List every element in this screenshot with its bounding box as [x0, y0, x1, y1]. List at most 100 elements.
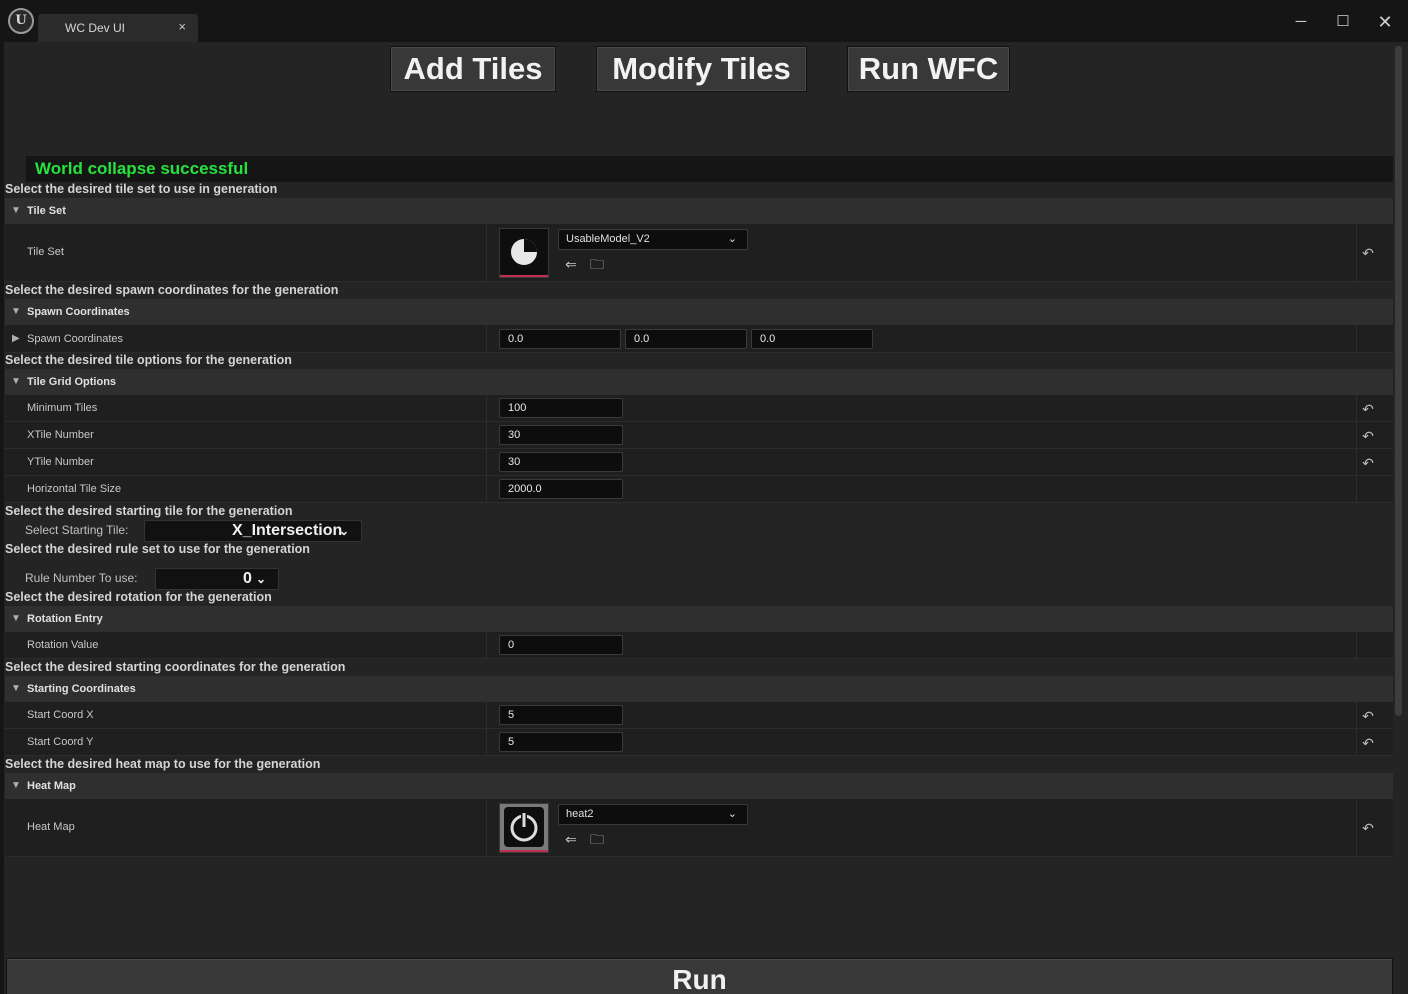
expand-arrow-icon[interactable]: ▶ [12, 333, 20, 344]
find-in-browser-icon[interactable]: 🗀 [589, 831, 605, 847]
reset-icon[interactable]: ↶ [1359, 709, 1377, 723]
minimum-tiles-row: Minimum Tiles 100 ↶ [5, 395, 1393, 422]
maximize-button[interactable]: ☐ [1328, 10, 1358, 34]
category-label: Rotation Entry [27, 613, 103, 625]
browse-to-asset-icon[interactable]: ⇐ [563, 831, 579, 847]
run-button[interactable]: Run [6, 958, 1393, 994]
rotation-value-field[interactable]: 0 [499, 635, 623, 655]
category-label: Heat Map [27, 780, 76, 792]
chevron-down-icon: ⌄ [339, 524, 350, 538]
heat-map-asset-dropdown[interactable]: heat2 ⌄ [558, 804, 748, 825]
category-label: Starting Coordinates [27, 683, 136, 695]
spawn-x-field[interactable]: 0.0 [499, 329, 621, 349]
category-label: Spawn Coordinates [27, 306, 130, 318]
category-tile-set[interactable]: ▼ Tile Set [5, 198, 1393, 224]
minimum-tiles-field[interactable]: 100 [499, 398, 623, 418]
browse-to-asset-icon[interactable]: ⇐ [563, 256, 579, 272]
reset-icon[interactable]: ↶ [1359, 402, 1377, 416]
tile-set-asset-dropdown[interactable]: UsableModel_V2 ⌄ [558, 229, 748, 250]
status-bar: World collapse successful [26, 156, 1393, 182]
reset-icon[interactable]: ↶ [1359, 429, 1377, 443]
ytile-number-field[interactable]: 30 [499, 452, 623, 472]
horizontal-tile-size-label: Horizontal Tile Size [27, 483, 122, 495]
starting-tile-value: X_Intersection [232, 522, 343, 539]
starting-tile-description: Select the desired starting tile for the… [5, 504, 293, 518]
category-spawn-coordinates[interactable]: ▼ Spawn Coordinates [5, 299, 1393, 325]
close-window-button[interactable]: ✕ [1370, 10, 1400, 34]
spawn-y-field[interactable]: 0.0 [625, 329, 747, 349]
category-tile-grid-options[interactable]: ▼ Tile Grid Options [5, 369, 1393, 395]
grid-description: Select the desired tile options for the … [5, 353, 292, 367]
reset-icon[interactable]: ↶ [1359, 736, 1377, 750]
heat-map-row: Heat Map heat2 ⌄ ⇐ 🗀 ↶ [5, 799, 1393, 857]
chevron-down-icon: ⌄ [727, 233, 737, 245]
collapse-arrow-icon: ▼ [11, 306, 21, 317]
xtile-number-label: XTile Number [27, 429, 94, 441]
collapse-arrow-icon: ▼ [11, 205, 21, 216]
rotation-value-row: Rotation Value 0 [5, 632, 1393, 659]
collapse-arrow-icon: ▼ [11, 683, 21, 694]
start-coords-description: Select the desired starting coordinates … [5, 660, 346, 674]
category-rotation-entry[interactable]: ▼ Rotation Entry [5, 606, 1393, 632]
vertical-scrollbar[interactable] [1395, 46, 1402, 716]
xtile-number-field[interactable]: 30 [499, 425, 623, 445]
xtile-number-row: XTile Number 30 ↶ [5, 422, 1393, 449]
run-button-label: Run [672, 964, 727, 994]
power-icon [504, 807, 544, 847]
start-coord-x-label: Start Coord X [27, 709, 94, 721]
horizontal-tile-size-field[interactable]: 2000.0 [499, 479, 623, 499]
title-bar: U WC Dev UI × ─ ☐ ✕ [0, 0, 1408, 42]
collapse-arrow-icon: ▼ [11, 780, 21, 791]
spawn-coordinates-row: ▶ Spawn Coordinates 0.0 0.0 0.0 [5, 325, 1393, 353]
chevron-down-icon: ⌄ [256, 572, 267, 586]
tile-set-description: Select the desired tile set to use in ge… [5, 182, 278, 196]
add-tiles-button[interactable]: Add Tiles [390, 46, 556, 92]
reset-icon[interactable]: ↶ [1359, 246, 1377, 260]
starting-tile-dropdown[interactable]: X_Intersection ⌄ [144, 520, 362, 542]
reset-icon[interactable]: ↶ [1359, 456, 1377, 470]
start-coord-x-field[interactable]: 5 [499, 705, 623, 725]
pie-chart-icon [511, 239, 537, 265]
tab-title: WC Dev UI [65, 21, 125, 35]
collapse-arrow-icon: ▼ [11, 376, 21, 387]
starting-tile-label: Select Starting Tile: [25, 523, 129, 537]
tile-set-thumbnail[interactable] [499, 228, 549, 278]
minimize-button[interactable]: ─ [1286, 10, 1316, 34]
heat-map-thumbnail[interactable] [499, 803, 549, 853]
main-panel: Add Tiles Modify Tiles Run WFC World col… [4, 42, 1408, 994]
chevron-down-icon: ⌄ [727, 808, 737, 820]
rotation-value-label: Rotation Value [27, 639, 99, 651]
modify-tiles-button[interactable]: Modify Tiles [596, 46, 807, 92]
ytile-number-row: YTile Number 30 ↶ [5, 449, 1393, 476]
rule-set-description: Select the desired rule set to use for t… [5, 542, 310, 556]
category-starting-coordinates[interactable]: ▼ Starting Coordinates [5, 676, 1393, 702]
rotation-description: Select the desired rotation for the gene… [5, 590, 272, 604]
unreal-logo-icon: U [8, 8, 34, 34]
start-coord-y-field[interactable]: 5 [499, 732, 623, 752]
heat-map-asset-value: heat2 [566, 808, 594, 820]
start-coord-x-row: Start Coord X 5 ↶ [5, 702, 1393, 729]
tab-wc-dev-ui[interactable]: WC Dev UI × [38, 14, 198, 42]
find-in-browser-icon[interactable]: 🗀 [589, 256, 605, 272]
spawn-coordinates-label: Spawn Coordinates [27, 333, 124, 345]
spawn-z-field[interactable]: 0.0 [751, 329, 873, 349]
tile-set-label: Tile Set [27, 246, 64, 258]
rule-number-value: 0 [243, 570, 252, 587]
reset-icon[interactable]: ↶ [1359, 821, 1377, 835]
category-label: Tile Grid Options [27, 376, 117, 388]
collapse-arrow-icon: ▼ [11, 613, 21, 624]
tile-set-asset-value: UsableModel_V2 [566, 233, 650, 245]
category-heat-map[interactable]: ▼ Heat Map [5, 773, 1393, 799]
ytile-number-label: YTile Number [27, 456, 94, 468]
minimum-tiles-label: Minimum Tiles [27, 402, 98, 414]
start-coord-y-row: Start Coord Y 5 ↶ [5, 729, 1393, 756]
horizontal-tile-size-row: Horizontal Tile Size 2000.0 [5, 476, 1393, 503]
spawn-description: Select the desired spawn coordinates for… [5, 283, 339, 297]
heat-map-label: Heat Map [27, 821, 75, 833]
rule-number-dropdown[interactable]: 0 ⌄ [155, 568, 279, 590]
tab-close-icon[interactable]: × [178, 19, 186, 34]
heat-map-description: Select the desired heat map to use for t… [5, 757, 321, 771]
run-wfc-button[interactable]: Run WFC [847, 46, 1010, 92]
category-label: Tile Set [27, 205, 66, 217]
rule-number-label: Rule Number To use: [25, 571, 138, 585]
